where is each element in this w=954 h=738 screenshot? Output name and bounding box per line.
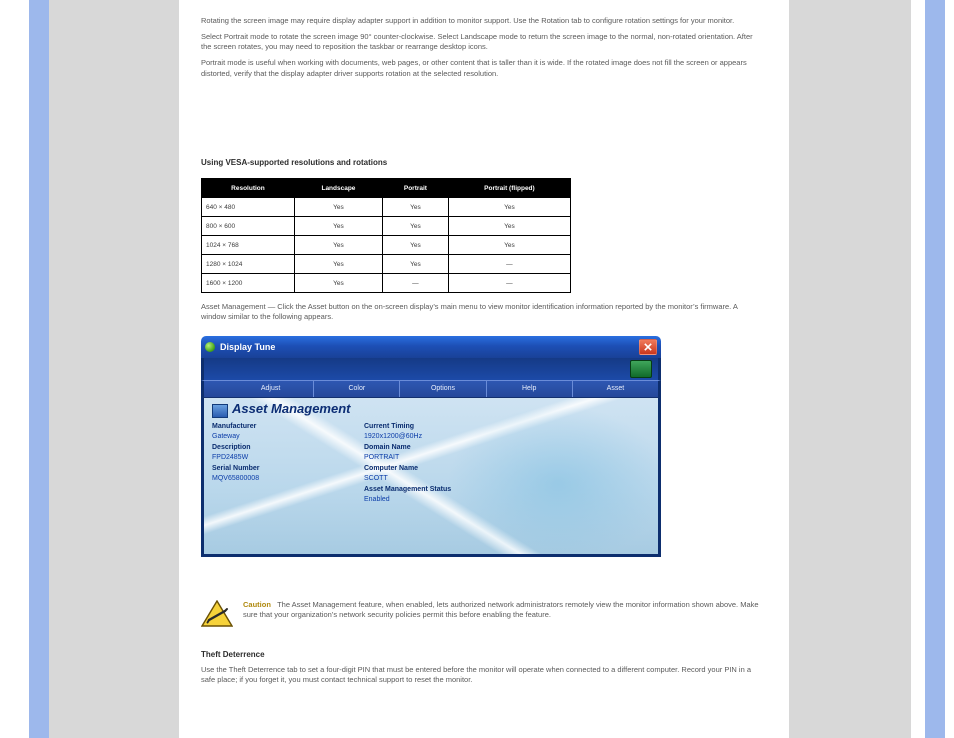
- table-row: 800 × 600 Yes Yes Yes: [202, 217, 571, 236]
- field-label: Asset Management Status: [364, 486, 451, 493]
- table-cell: Yes: [383, 255, 449, 274]
- table-cell: Yes: [294, 198, 382, 217]
- field-label: Domain Name: [364, 444, 411, 451]
- field-value: PORTRAIT: [364, 454, 399, 461]
- tab-options[interactable]: Options: [399, 381, 485, 397]
- window-title: Display Tune: [220, 342, 275, 352]
- window-body: Asset Management Manufacturer Gateway De…: [201, 398, 661, 557]
- table-cell: Yes: [294, 255, 382, 274]
- toolbar-row: [201, 358, 661, 380]
- table-cell: Yes: [294, 217, 382, 236]
- table-row: 1024 × 768 Yes Yes Yes: [202, 236, 571, 255]
- table-cell: 640 × 480: [202, 198, 295, 217]
- tab-adjust[interactable]: Adjust: [228, 381, 313, 397]
- monitor-icon: [212, 404, 228, 418]
- tail-body: Use the Theft Deterrence tab to set a fo…: [201, 665, 751, 684]
- table-cell: Yes: [294, 236, 382, 255]
- table-heading: Using VESA-supported resolutions and rot…: [201, 158, 387, 167]
- document-sheet: Rotating the screen image may require di…: [179, 0, 789, 738]
- table-cell: Yes: [448, 198, 570, 217]
- table-header-cell: Landscape: [294, 179, 382, 198]
- tail-section: Theft Deterrence Use the Theft Deterrenc…: [201, 650, 761, 685]
- table-header-cell: Resolution: [202, 179, 295, 198]
- caution-block: Caution The Asset Management feature, wh…: [201, 600, 761, 628]
- table-header-row: Resolution Landscape Portrait Portrait (…: [202, 179, 571, 198]
- table-cell: —: [383, 274, 449, 293]
- close-icon: [644, 343, 652, 351]
- field-label: Manufacturer: [212, 423, 256, 430]
- left-accent-band: [29, 0, 49, 738]
- caution-text: Caution The Asset Management feature, wh…: [243, 600, 761, 620]
- intro-paragraphs: Rotating the screen image may require di…: [201, 16, 761, 79]
- table-cell: 800 × 600: [202, 217, 295, 236]
- tab-color[interactable]: Color: [313, 381, 399, 397]
- asset-left-column: Manufacturer Gateway Description FPD2485…: [212, 422, 332, 485]
- panel-heading: Asset Management: [232, 401, 350, 416]
- field-label: Serial Number: [212, 465, 259, 472]
- field-value: MQV65800008: [212, 475, 259, 482]
- table-cell: Yes: [448, 217, 570, 236]
- page-background: Rotating the screen image may require di…: [49, 0, 911, 738]
- table-cell: Yes: [448, 236, 570, 255]
- caution-icon: [201, 600, 233, 628]
- tab-help[interactable]: Help: [486, 381, 572, 397]
- field-label: Current Timing: [364, 423, 414, 430]
- field-label: Computer Name: [364, 465, 418, 472]
- tail-heading: Theft Deterrence: [201, 650, 761, 661]
- window-titlebar: Display Tune: [201, 336, 661, 358]
- asset-management-screenshot: Display Tune Adjust Color Options Help A…: [201, 336, 661, 552]
- table-row: 640 × 480 Yes Yes Yes: [202, 198, 571, 217]
- table-row: 1280 × 1024 Yes Yes —: [202, 255, 571, 274]
- table-cell: Yes: [383, 236, 449, 255]
- field-value: FPD2485W: [212, 454, 248, 461]
- table-cell: —: [448, 255, 570, 274]
- table-header-cell: Portrait (flipped): [448, 179, 570, 198]
- app-status-icon: [205, 342, 215, 352]
- table-row: 1600 × 1200 Yes — —: [202, 274, 571, 293]
- right-accent-band: [925, 0, 945, 738]
- intro-p3: Portrait mode is useful when working wit…: [201, 58, 761, 78]
- intro-p2: Select Portrait mode to rotate the scree…: [201, 32, 761, 52]
- field-value: Enabled: [364, 496, 390, 503]
- close-button[interactable]: [639, 339, 657, 355]
- table-cell: Yes: [383, 198, 449, 217]
- asset-intro: Asset Management — Click the Asset butto…: [201, 302, 761, 322]
- field-value: Gateway: [212, 433, 240, 440]
- field-value: SCOTT: [364, 475, 388, 482]
- table-cell: Yes: [383, 217, 449, 236]
- print-icon[interactable]: [630, 360, 652, 378]
- intro-p1: Rotating the screen image may require di…: [201, 16, 761, 26]
- table-cell: Yes: [294, 274, 382, 293]
- table-cell: 1280 × 1024: [202, 255, 295, 274]
- asset-right-column: Current Timing 1920x1200@60Hz Domain Nam…: [364, 422, 514, 506]
- table-cell: 1024 × 768: [202, 236, 295, 255]
- tabs-row: Adjust Color Options Help Asset: [201, 380, 661, 398]
- table-header-cell: Portrait: [383, 179, 449, 198]
- field-value: 1920x1200@60Hz: [364, 433, 422, 440]
- field-label: Description: [212, 444, 251, 451]
- caution-body: The Asset Management feature, when enabl…: [243, 600, 759, 619]
- caution-label: Caution: [243, 600, 271, 609]
- table-cell: —: [448, 274, 570, 293]
- table-cell: 1600 × 1200: [202, 274, 295, 293]
- tab-asset[interactable]: Asset: [572, 381, 658, 397]
- resolutions-table: Resolution Landscape Portrait Portrait (…: [201, 178, 571, 293]
